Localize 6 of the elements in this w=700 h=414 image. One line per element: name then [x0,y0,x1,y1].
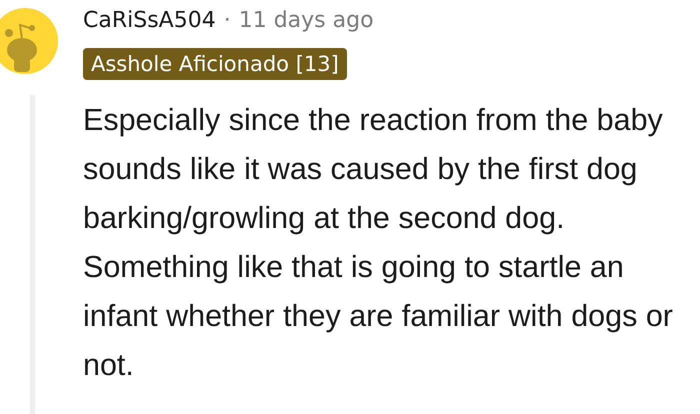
timestamp[interactable]: 11 days ago [238,8,374,32]
separator-dot: · [224,8,231,32]
username[interactable]: CaRiSsA504 [83,8,216,32]
comment-text: Especially since the reaction from the baby sounds like it was caused by the first dog barking/growling at the second dog. Something like that is going to startle an infant whether they are familiar with dogs or not. [83,102,674,384]
avatar-icon [0,8,58,74]
user-flair: Asshole Aficionado [13] [83,48,347,80]
